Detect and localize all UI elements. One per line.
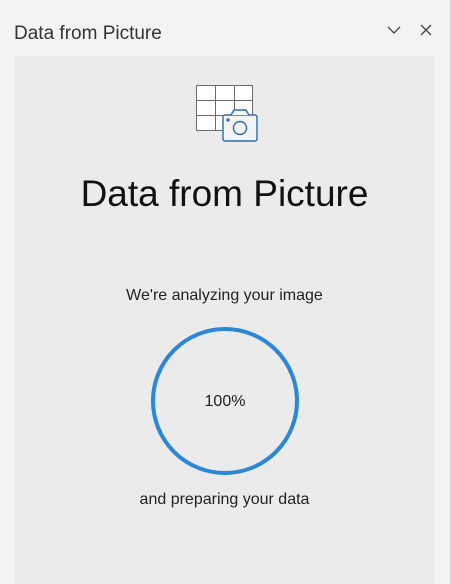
analyzing-status-text: We're analyzing your image [126, 287, 323, 304]
data-from-picture-pane: Data from Picture Data from Picture We'r… [0, 0, 451, 584]
pane-options-button[interactable] [382, 18, 406, 42]
card-title: Data from Picture [80, 173, 369, 214]
progress-card: Data from Picture We're analyzing your i… [15, 56, 434, 584]
chevron-down-icon [387, 26, 401, 34]
close-button[interactable] [414, 18, 438, 42]
progress-percentage: 100% [204, 393, 246, 410]
pane-title: Data from Picture [14, 23, 162, 44]
preparing-status-text: and preparing your data [139, 491, 310, 508]
table-camera-icon [196, 85, 258, 142]
pane-header: Data from Picture [0, 0, 451, 56]
close-icon [420, 24, 432, 36]
